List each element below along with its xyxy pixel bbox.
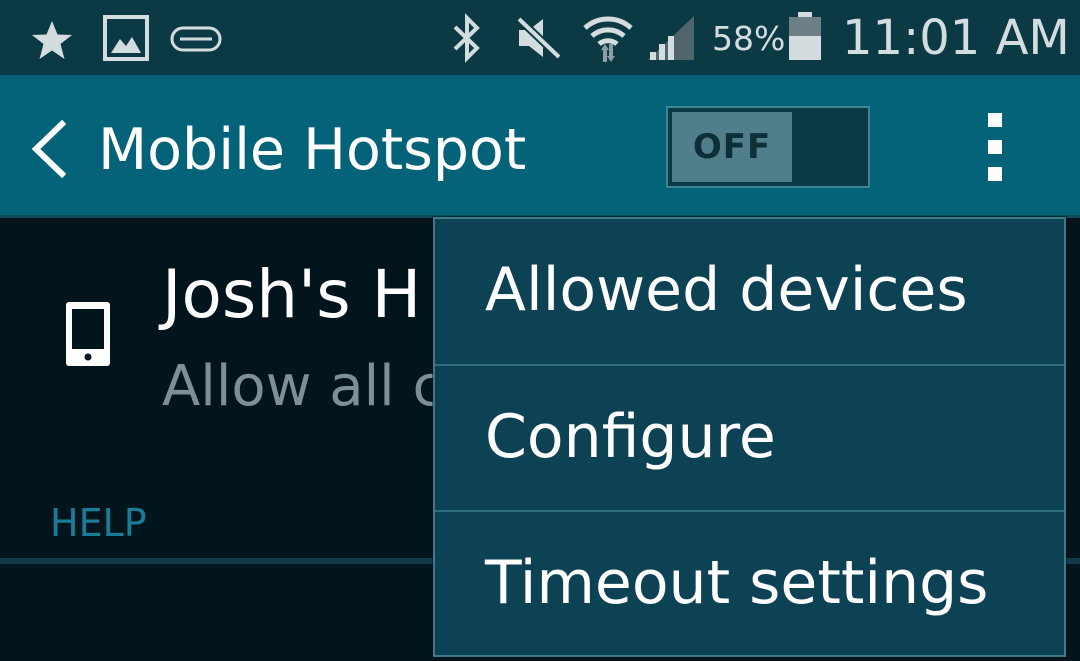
hotspot-name: Josh's H	[162, 256, 422, 333]
help-link[interactable]: HELP	[50, 500, 147, 546]
overflow-menu: Allowed devices Configure Timeout settin…	[433, 217, 1066, 657]
bluetooth-icon	[450, 13, 484, 67]
menu-item-label: Timeout settings	[485, 548, 989, 618]
status-bar: 58% 11:01 AM	[0, 0, 1080, 75]
mute-icon	[515, 15, 563, 65]
battery-percent: 58%	[712, 19, 786, 58]
hotspot-subtitle: Allow all c	[162, 354, 444, 419]
signal-icon	[646, 14, 696, 66]
menu-item-configure[interactable]: Configure	[435, 366, 1064, 511]
clock: 11:01 AM	[842, 10, 1070, 66]
menu-item-timeout-settings[interactable]: Timeout settings	[435, 512, 1064, 657]
toggle-state-label: OFF	[672, 112, 792, 182]
chevron-left-icon	[28, 119, 68, 182]
more-vert-icon	[970, 107, 1020, 187]
overflow-menu-button[interactable]	[970, 107, 1020, 187]
gallery-icon	[103, 15, 149, 65]
page-title: Mobile Hotspot	[98, 117, 527, 183]
menu-item-label: Allowed devices	[485, 255, 968, 325]
phone-icon	[66, 302, 110, 370]
screen: 58% 11:01 AM Mobile Hotspot OFF Josh's H…	[0, 0, 1080, 661]
star-icon	[30, 19, 74, 65]
menu-item-allowed-devices[interactable]: Allowed devices	[435, 219, 1064, 364]
gear-fit-icon	[170, 25, 222, 57]
action-bar: Mobile Hotspot OFF	[0, 75, 1080, 215]
hotspot-toggle[interactable]: OFF	[666, 106, 870, 188]
menu-item-label: Configure	[485, 402, 776, 472]
wifi-icon	[581, 10, 635, 68]
battery-icon	[786, 10, 824, 66]
back-button[interactable]	[20, 115, 80, 181]
